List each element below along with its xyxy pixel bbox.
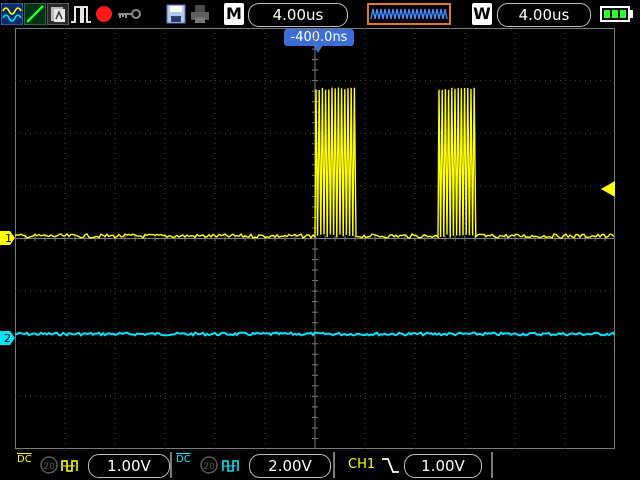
main-timebase-value[interactable]: 4.00us [248, 3, 348, 27]
ch1-marker[interactable]: 1 [0, 230, 16, 246]
footer-divider [491, 452, 493, 478]
ch2-bw-text: 20 [204, 462, 216, 472]
pulse-icon[interactable] [70, 3, 92, 25]
ch1-coupling[interactable]: DC [17, 455, 32, 465]
trigger-level-marker-icon[interactable] [601, 181, 615, 197]
waveform-display[interactable] [15, 28, 615, 449]
ch1-bandwidth-limit-icon[interactable]: 20 [40, 456, 58, 474]
ch2-probe-icon [222, 460, 239, 472]
footer-divider [170, 452, 172, 478]
key-icon[interactable] [116, 3, 142, 25]
save-icon[interactable] [165, 3, 187, 25]
ch2-bandwidth-limit-icon[interactable]: 20 [200, 456, 218, 474]
footer-divider [333, 452, 335, 478]
slope-icon[interactable] [24, 3, 46, 25]
wave-icon[interactable] [1, 3, 23, 25]
window-timebase-value[interactable]: 4.00us [497, 3, 591, 27]
ch2-coupling[interactable]: DC [176, 455, 191, 465]
print-icon[interactable] [189, 3, 211, 25]
ch2-volts-per-div[interactable]: 2.00V [249, 454, 331, 478]
ch1-bw-text: 20 [44, 462, 56, 472]
graticule [15, 28, 615, 449]
falling-edge-icon[interactable] [380, 455, 400, 475]
ch1-marker-label: 1 [5, 232, 12, 245]
battery-icon [600, 6, 633, 22]
waveform-position-indicator[interactable] [367, 3, 451, 25]
ch2-marker-label: 2 [4, 332, 11, 345]
ch1-probe-icon [61, 460, 78, 472]
trigger-source[interactable]: CH1 [348, 458, 375, 472]
top-toolbar: M 4.00us W 4.00us [0, 0, 640, 28]
persistence-icon[interactable] [47, 3, 69, 25]
record-icon[interactable] [93, 3, 115, 25]
trigger-level-value[interactable]: 1.00V [404, 454, 482, 478]
window-timebase-tag: W [472, 3, 492, 25]
ch1-volts-per-div[interactable]: 1.00V [88, 454, 170, 478]
ch2-marker[interactable]: 2 [0, 330, 16, 346]
main-timebase-tag: M [224, 3, 244, 25]
